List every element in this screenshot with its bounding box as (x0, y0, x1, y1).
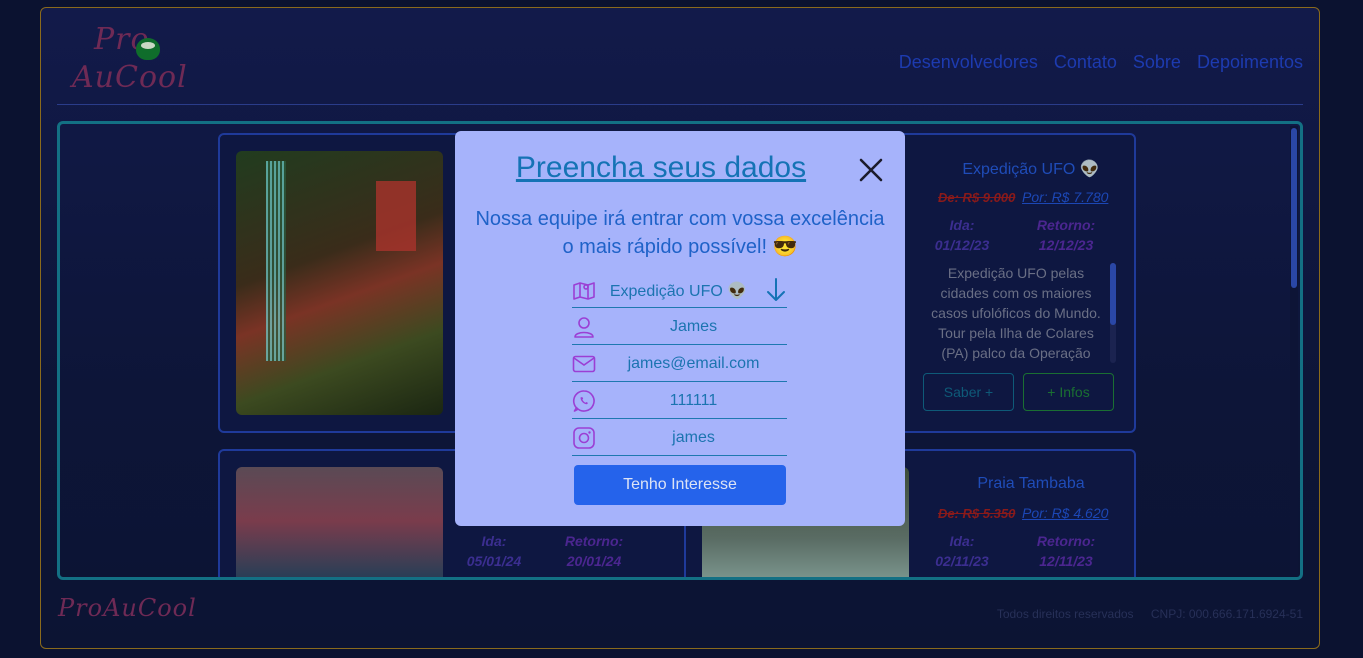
retorno-date: 12/12/23 (1038, 237, 1094, 253)
interest-modal: Preencha seus dados Nossa equipe irá ent… (455, 131, 905, 526)
nav-link-desenvolvedores[interactable]: Desenvolvedores (899, 52, 1038, 73)
name-value: James (669, 318, 718, 335)
new-price: Por: R$ 7.780 (1022, 189, 1109, 205)
instagram-value: james (672, 429, 715, 446)
phone-value: 111111 (669, 392, 718, 409)
destination-select[interactable]: Expedição UFO 👽 (572, 271, 787, 308)
ida-date: 02/11/23 (935, 553, 989, 569)
package-image (236, 467, 443, 577)
package-title: Expedição UFO 👽 (962, 161, 1100, 178)
arrow-down-icon[interactable] (765, 277, 787, 303)
coconut-icon (136, 38, 160, 60)
email-value: james@email.com (627, 355, 760, 372)
logo-line2: AuCool (72, 60, 188, 95)
package-title: Praia Tambaba (977, 475, 1085, 492)
footer-logo-text: ProAuCool (58, 594, 197, 622)
nav-link-depoimentos[interactable]: Depoimentos (1197, 52, 1303, 73)
ida-label: Ida: (481, 533, 507, 549)
saber-mais-button[interactable]: Saber + (923, 373, 1014, 411)
header-divider (57, 104, 1303, 105)
email-field[interactable]: james@email.com (572, 345, 787, 382)
site-logo[interactable]: Pro AuCool (70, 22, 195, 98)
footer-info: Todos direitos reservados CNPJ: 000.666.… (983, 607, 1303, 621)
ida-label: Ida: (949, 217, 975, 233)
destination-value: Expedição UFO 👽 (609, 283, 748, 300)
map-pin-icon (573, 282, 595, 300)
retorno-date: 12/11/23 (1039, 553, 1093, 569)
description-scroll-thumb[interactable] (1110, 263, 1116, 325)
footer-cnpj: CNPJ: 000.666.171.6924-51 (1150, 607, 1303, 621)
close-icon[interactable] (858, 157, 884, 183)
footer-logo[interactable]: ProAuCool (58, 594, 197, 622)
content-scroll-thumb[interactable] (1291, 128, 1297, 288)
old-price: De: R$ 5.350 (938, 506, 1016, 521)
footer-rights: Todos direitos reservados (996, 607, 1134, 621)
mais-infos-button[interactable]: + Infos (1023, 373, 1114, 411)
modal-title: Preencha seus dados (515, 151, 807, 184)
old-price: De: R$ 9.000 (938, 190, 1016, 205)
whatsapp-icon (572, 390, 595, 412)
modal-subtitle: Nossa equipe irá entrar com vossa excelê… (475, 208, 885, 258)
user-icon (574, 317, 594, 338)
name-field[interactable]: James (572, 308, 787, 345)
ida-date: 05/01/24 (466, 553, 522, 569)
nav-link-contato[interactable]: Contato (1054, 52, 1117, 73)
package-description: Expedição UFO pelas cidades com os maior… (931, 265, 1101, 361)
instagram-field[interactable]: james (572, 419, 787, 456)
phone-field[interactable]: 111111 (572, 382, 787, 419)
retorno-label: Retorno: (564, 533, 624, 549)
package-image (236, 151, 443, 415)
mail-icon (572, 355, 596, 373)
new-price: Por: R$ 4.620 (1022, 505, 1109, 521)
retorno-label: Retorno: (1036, 533, 1096, 549)
ida-date: 01/12/23 (934, 237, 990, 253)
instagram-icon (573, 427, 595, 449)
tenho-interesse-button[interactable]: Tenho Interesse (574, 465, 786, 505)
main-nav: Desenvolvedores Contato Sobre Depoimento… (899, 52, 1303, 73)
retorno-date: 20/01/24 (566, 553, 622, 569)
retorno-label: Retorno: (1036, 217, 1096, 233)
ida-label: Ida: (949, 533, 975, 549)
nav-link-sobre[interactable]: Sobre (1133, 52, 1181, 73)
description-scrollbar[interactable] (1110, 263, 1116, 363)
